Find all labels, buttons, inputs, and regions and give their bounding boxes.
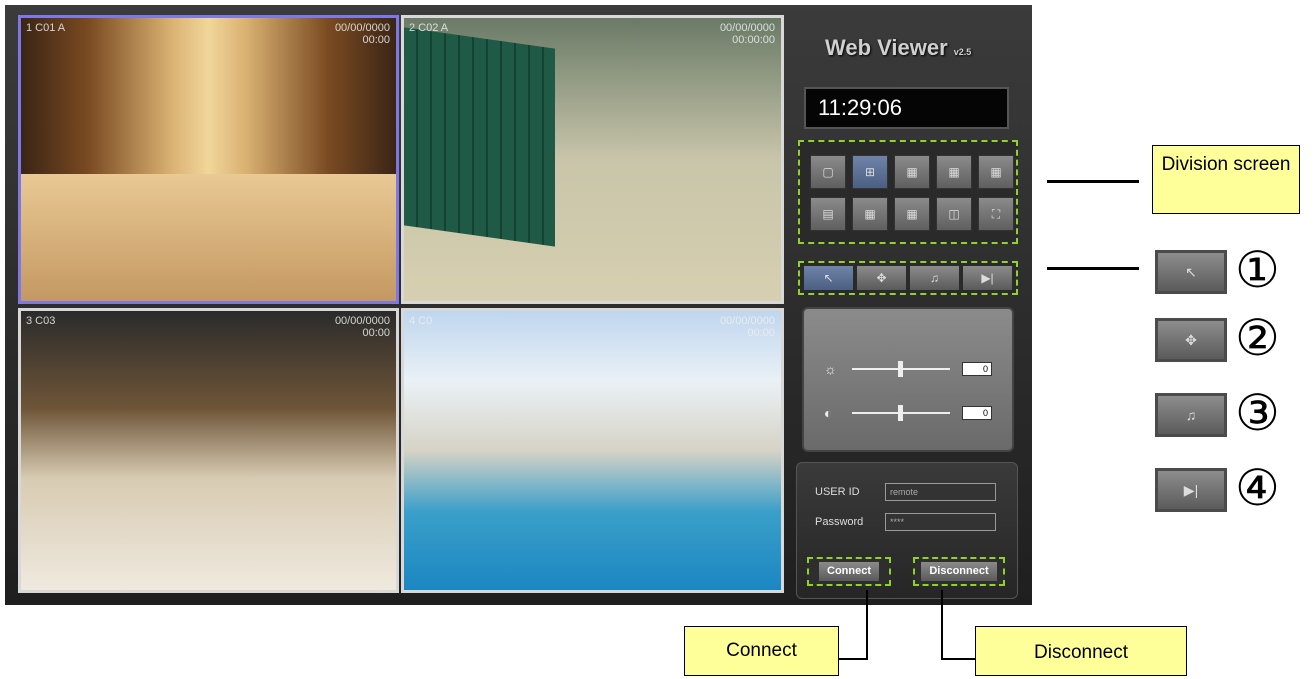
camera-label: 3 C03 [26,315,56,327]
camera-label: 4 C0 [409,315,433,327]
controls-callout-line [1047,267,1139,270]
next-icon: ▶| [1155,468,1227,512]
division-10-button[interactable]: ▤ [810,197,846,231]
division-buttons: ▢ ⊞ ▦ ▦ ▦ ▤ ▦ ▦ ◫ ⛶ [798,140,1018,244]
brightness-slider[interactable] [852,361,950,377]
connect-callout: Connect [684,626,839,676]
move-icon: ✥ [1155,318,1227,362]
slider-knob[interactable] [898,361,903,377]
camera-datetime: 00/00/0000 00:00:00 [719,22,775,46]
camera-view-4[interactable]: 4 C0 00/00/0000 00:00 [401,308,784,593]
clock-display: 11:29:06 [804,87,1009,129]
legend-number-1: ① [1235,241,1280,299]
division-pip-button[interactable]: ◫ [936,197,972,231]
connect-button[interactable]: Connect [807,557,891,586]
slider-knob[interactable] [898,405,903,421]
next-icon[interactable]: ▶| [963,266,1012,290]
camera-datetime: 00/00/0000 00:00 [334,315,390,339]
brightness-icon: ☼ [824,361,837,377]
disconnect-line-h [941,658,977,660]
password-field[interactable]: **** [885,513,996,531]
contrast-slider[interactable] [852,405,950,421]
contrast-icon: ◐ [824,405,833,421]
password-label: Password [815,516,864,528]
app-title: Web Viewer v2.5 [825,35,972,60]
division-8-button[interactable]: ▦ [936,155,972,189]
camera-datetime: 00/00/0000 00:00 [334,22,390,46]
legend-number-3: ③ [1235,384,1280,442]
move-icon[interactable]: ✥ [857,266,906,290]
camera-view-2[interactable]: 2 C02 A 00/00/0000 00:00:00 [401,15,784,304]
lockers-image [404,27,555,247]
connect-line-h [838,658,868,660]
disconnect-button[interactable]: Disconnect [913,557,1005,586]
division-6-button[interactable]: ▦ [894,155,930,189]
division-callout-line [1047,180,1139,183]
legend-number-4: ④ [1235,459,1280,517]
image-adjust-panel: ☼ 0 ◐ 0 [802,307,1014,452]
division-4-button[interactable]: ⊞ [852,155,888,189]
bell-icon: ♫ [1155,393,1227,437]
control-panel: Web Viewer v2.5 11:29:06 ▢ ⊞ ▦ ▦ ▦ ▤ ▦ ▦ … [790,17,1022,602]
camera-label: 2 C02 A [409,22,449,34]
division-16-button[interactable]: ▦ [894,197,930,231]
disconnect-callout: Disconnect [975,626,1187,676]
camera-view-3[interactable]: 3 C03 00/00/0000 00:00 [18,308,399,593]
web-viewer-window: 1 C01 A 00/00/0000 00:00 2 C02 A 00/00/00… [5,5,1032,605]
brightness-row: ☼ 0 [824,361,992,377]
password-row: Password **** [815,513,996,531]
user-id-row: USER ID remote [815,483,996,501]
legend-number-2: ② [1235,309,1280,367]
contrast-row: ◐ 0 [824,405,992,421]
login-panel: USER ID remote Password **** Connect Dis… [796,462,1018,599]
fullscreen-button[interactable]: ⛶ [978,197,1014,231]
division-callout: Division screen [1152,145,1300,214]
camera-datetime: 00/00/0000 00:00 [719,315,775,339]
division-13-button[interactable]: ▦ [852,197,888,231]
contrast-value[interactable]: 0 [962,406,992,420]
mouse-icon[interactable]: ↖ [804,266,853,290]
control-buttons: ↖ ✥ ♫ ▶| [798,261,1018,295]
brightness-value[interactable]: 0 [962,362,992,376]
user-id-field[interactable]: remote [885,483,996,501]
mouse-icon: ↖ [1155,250,1227,294]
camera-label: 1 C01 A [26,22,66,34]
division-9-button[interactable]: ▦ [978,155,1014,189]
user-id-label: USER ID [815,486,860,498]
disconnect-line-v [941,590,943,660]
division-1-button[interactable]: ▢ [810,155,846,189]
connect-line-v [866,590,868,660]
bell-icon[interactable]: ♫ [910,266,959,290]
camera-view-1[interactable]: 1 C01 A 00/00/0000 00:00 [18,15,399,304]
